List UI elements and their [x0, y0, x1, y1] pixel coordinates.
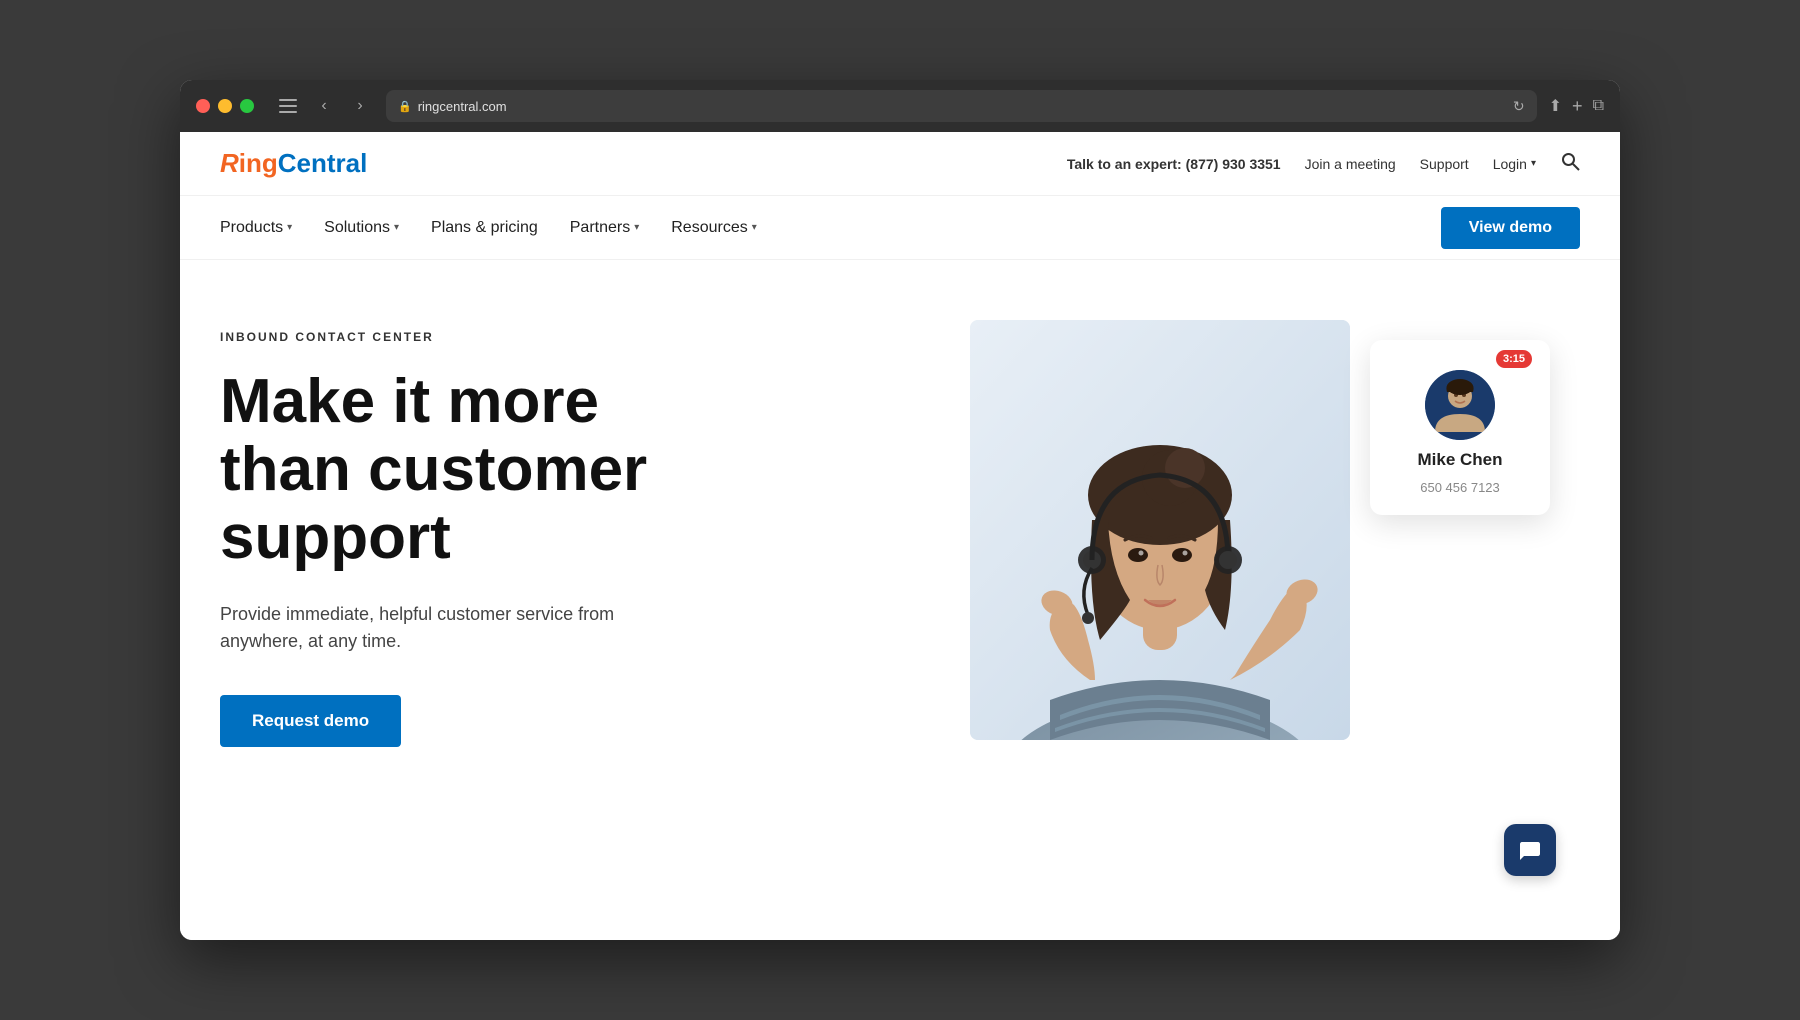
nav-resources[interactable]: Resources ▾	[671, 219, 757, 237]
forward-button[interactable]: ›	[346, 92, 374, 120]
hero-subtitle: Provide immediate, helpful customer serv…	[220, 601, 620, 655]
chevron-down-icon: ▾	[752, 222, 757, 233]
share-button[interactable]: ⬆	[1549, 96, 1562, 116]
new-tab-button[interactable]: +	[1572, 96, 1583, 117]
hero-eyebrow: INBOUND CONTACT CENTER	[220, 330, 740, 344]
browser-window: ‹ › 🔒 ringcentral.com ↻ ⬆ + ⧉ Ring Centr…	[180, 80, 1620, 940]
lock-icon: 🔒	[398, 100, 412, 113]
site-nav: Products ▾ Solutions ▾ Plans & pricing P…	[180, 196, 1620, 260]
minimize-button[interactable]	[218, 99, 232, 113]
nav-partners[interactable]: Partners ▾	[570, 219, 640, 237]
nav-solutions[interactable]: Solutions ▾	[324, 219, 399, 237]
caller-name: Mike Chen	[1417, 450, 1502, 470]
caller-phone: 650 456 7123	[1420, 480, 1500, 495]
chevron-down-icon: ▾	[634, 222, 639, 233]
agent-background	[970, 320, 1350, 740]
browser-actions: ⬆ + ⧉	[1549, 96, 1604, 117]
tabs-button[interactable]: ⧉	[1593, 97, 1604, 115]
agent-image	[970, 320, 1350, 740]
nav-products[interactable]: Products ▾	[220, 219, 292, 237]
caller-avatar	[1425, 370, 1495, 440]
header-right: Talk to an expert: (877) 930 3351 Join a…	[1067, 151, 1580, 176]
chevron-down-icon: ▾	[287, 222, 292, 233]
close-button[interactable]	[196, 99, 210, 113]
logo[interactable]: Ring Central	[220, 148, 367, 179]
header-phone: Talk to an expert: (877) 930 3351	[1067, 156, 1281, 172]
hero-left: INBOUND CONTACT CENTER Make it more than…	[220, 320, 740, 900]
hero-title: Make it more than customer support	[220, 368, 740, 573]
traffic-lights	[196, 99, 254, 113]
site-header: Ring Central Talk to an expert: (877) 93…	[180, 132, 1620, 196]
support-link[interactable]: Support	[1420, 156, 1469, 172]
sidebar-toggle-button[interactable]	[274, 92, 302, 120]
chevron-down-icon: ▾	[394, 222, 399, 233]
search-icon[interactable]	[1560, 151, 1580, 176]
login-button[interactable]: Login ▾	[1493, 156, 1536, 172]
url-text: ringcentral.com	[418, 99, 507, 114]
nav-items: Products ▾ Solutions ▾ Plans & pricing P…	[220, 219, 1441, 237]
browser-content: Ring Central Talk to an expert: (877) 93…	[180, 132, 1620, 940]
join-meeting-link[interactable]: Join a meeting	[1305, 156, 1396, 172]
call-card: 3:15	[1370, 340, 1550, 515]
reload-button[interactable]: ↻	[1513, 98, 1525, 115]
request-demo-button[interactable]: Request demo	[220, 695, 401, 747]
back-button[interactable]: ‹	[310, 92, 338, 120]
nav-plans-pricing[interactable]: Plans & pricing	[431, 219, 538, 237]
browser-titlebar: ‹ › 🔒 ringcentral.com ↻ ⬆ + ⧉	[180, 80, 1620, 132]
chat-fab-button[interactable]	[1504, 824, 1556, 876]
browser-controls: ‹ ›	[274, 92, 374, 120]
hero-right: 3:15	[740, 320, 1580, 900]
maximize-button[interactable]	[240, 99, 254, 113]
call-timer-badge: 3:15	[1496, 350, 1532, 368]
view-demo-button[interactable]: View demo	[1441, 207, 1580, 249]
address-bar-container: 🔒 ringcentral.com ↻	[386, 90, 1537, 122]
address-bar[interactable]: 🔒 ringcentral.com ↻	[386, 90, 1537, 122]
chevron-down-icon: ▾	[1531, 158, 1536, 169]
hero-section: INBOUND CONTACT CENTER Make it more than…	[180, 260, 1620, 940]
